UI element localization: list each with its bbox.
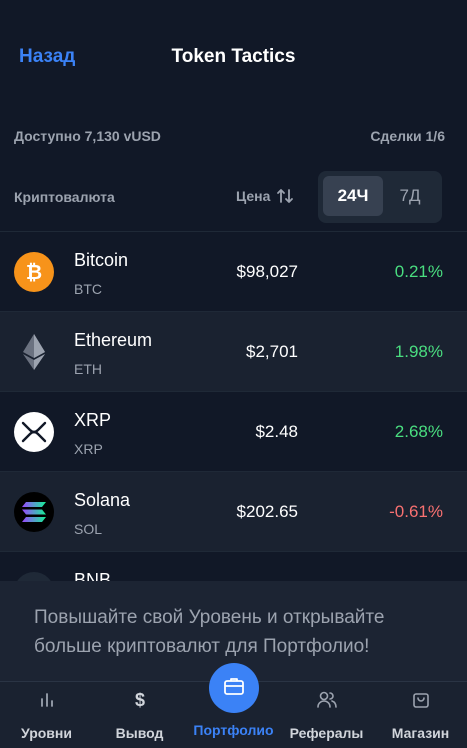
coin-change: -0.61% [389,502,443,521]
coin-row-bitcoin[interactable]: ₿ Bitcoin BTC $98,027 0.21% [0,231,467,311]
coin-row-ethereum[interactable]: Ethereum ETH $2,701 1.98% [0,311,467,391]
period-toggle: 24Ч 7Д [318,171,442,223]
coin-price: $98,027 [236,262,298,281]
ethereum-icon [14,332,54,372]
coin-name: BNB [74,570,112,581]
solana-icon [14,492,54,532]
coin-symbol: XRP [74,441,103,457]
coin-name: Bitcoin [74,250,129,270]
nav-label: Уровни [21,725,72,741]
bar-chart-icon [37,690,57,713]
column-crypto: Криптовалюта [14,189,115,205]
xrp-icon [14,412,54,452]
available-balance: Доступно 7,130 vUSD [14,128,161,144]
deals-counter: Сделки 1/6 [370,128,445,144]
coin-symbol: SOL [74,521,103,537]
coin-symbol: BTC [74,281,102,297]
nav-label: Магазин [391,725,450,741]
nav-item-levels[interactable]: Уровни [0,690,93,741]
column-price-label: Цена [236,188,271,204]
shopping-bag-icon [411,690,431,713]
svg-text:₿: ₿ [26,262,42,284]
nav-item-referrals[interactable]: Рефералы [280,690,373,741]
coin-name: Ethereum [74,330,153,350]
coin-name: XRP [74,410,112,430]
coin-change: 2.68% [394,422,443,441]
header: Назад Token Tactics [0,0,467,115]
portfolio-center-button[interactable] [209,663,259,713]
coin-row-bnb[interactable]: BNB [0,551,467,581]
coin-list: ₿ Bitcoin BTC $98,027 0.21% Ethereum ETH… [0,231,467,581]
users-icon [316,690,338,713]
bitcoin-icon: ₿ [14,252,54,292]
nav-item-withdraw[interactable]: $ Вывод [93,690,186,741]
coin-row-solana[interactable]: Solana SOL $202.65 -0.61% [0,471,467,551]
nav-item-shop[interactable]: Магазин [374,690,467,741]
coin-change: 1.98% [394,342,443,361]
coin-change: 0.21% [394,262,443,281]
svg-text:$: $ [134,690,144,710]
sort-icon [276,187,294,205]
dollar-icon: $ [130,690,150,713]
page-title: Token Tactics [171,46,296,67]
coin-price: $202.65 [236,502,298,521]
column-price-sort[interactable]: Цена [236,187,294,205]
coin-symbol: ETH [74,361,102,377]
nav-label: Портфолио [193,722,274,738]
info-row: Доступно 7,130 vUSD Сделки 1/6 [14,128,445,144]
coin-name: Solana [74,490,131,510]
coin-price: $2.48 [255,422,298,441]
column-header: Криптовалюта Цена 24Ч 7Д [0,171,467,223]
nav-label: Рефералы [289,725,364,741]
bnb-icon [14,572,54,581]
period-option-24h[interactable]: 24Ч [323,176,383,216]
briefcase-icon [223,675,245,702]
coin-row-xrp[interactable]: XRP XRP $2.48 2.68% [0,391,467,471]
period-option-7d[interactable]: 7Д [380,176,440,216]
nav-label: Вывод [115,725,164,741]
coin-price: $2,701 [246,342,298,361]
